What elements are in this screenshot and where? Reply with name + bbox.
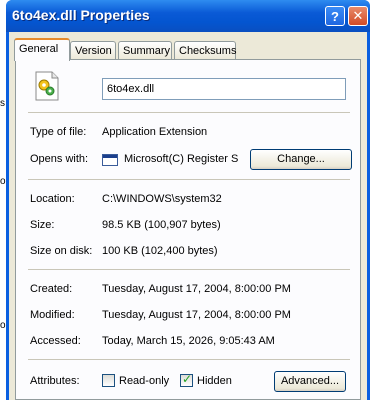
type-of-file-label: Type of file: (30, 126, 87, 138)
opens-with-label: Opens with: (30, 153, 89, 165)
modified-value: Tuesday, August 17, 2004, 8:00:00 PM (102, 309, 291, 321)
location-value: C:\WINDOWS\system32 (102, 193, 222, 205)
hidden-checkbox[interactable] (180, 372, 193, 387)
separator (28, 359, 350, 360)
modified-label: Modified: (30, 309, 75, 321)
hidden-label[interactable]: Hidden (197, 375, 232, 387)
change-button[interactable]: Change... (250, 149, 352, 170)
dialog-client-area: General Version Summary Checksums Type o… (9, 32, 367, 400)
created-value: Tuesday, August 17, 2004, 8:00:00 PM (102, 283, 291, 295)
separator (28, 179, 350, 180)
advanced-button[interactable]: Advanced... (274, 371, 346, 392)
background-text: s (0, 98, 5, 109)
size-label: Size: (30, 219, 55, 231)
file-name-input[interactable] (102, 78, 346, 100)
close-button[interactable]: ✕ (348, 6, 368, 26)
tab-summary[interactable]: Summary (118, 41, 172, 59)
title-bar[interactable]: 6to4ex.dll Properties ? ✕ (6, 0, 370, 32)
window-title: 6to4ex.dll Properties (12, 7, 150, 23)
created-label: Created: (30, 283, 73, 295)
dll-file-icon (35, 71, 59, 101)
tab-checksums[interactable]: Checksums (174, 41, 236, 59)
tab-general[interactable]: General (14, 38, 70, 61)
readonly-label[interactable]: Read-only (119, 375, 169, 387)
attributes-label: Attributes: (30, 375, 80, 387)
general-tab-panel: Type of file: Application Extension Open… (15, 59, 361, 400)
size-on-disk-label: Size on disk: (30, 245, 93, 257)
help-button[interactable]: ? (325, 6, 345, 26)
tab-version[interactable]: Version (70, 41, 116, 59)
accessed-label: Accessed: (30, 335, 81, 347)
separator (28, 269, 350, 270)
type-of-file-value: Application Extension (102, 126, 208, 138)
separator (28, 112, 350, 113)
size-value: 98.5 KB (100,907 bytes) (102, 219, 221, 231)
application-icon (102, 154, 118, 166)
properties-dialog: 6to4ex.dll Properties ? ✕ General Versio… (6, 0, 370, 400)
readonly-checkbox[interactable] (102, 374, 115, 387)
opens-with-value: Microsoft(C) Register S (124, 153, 239, 165)
location-label: Location: (30, 193, 75, 205)
size-on-disk-value: 100 KB (102,400 bytes) (102, 245, 218, 257)
accessed-value: Today, March 15, 2026, 9:05:43 AM (102, 335, 275, 347)
